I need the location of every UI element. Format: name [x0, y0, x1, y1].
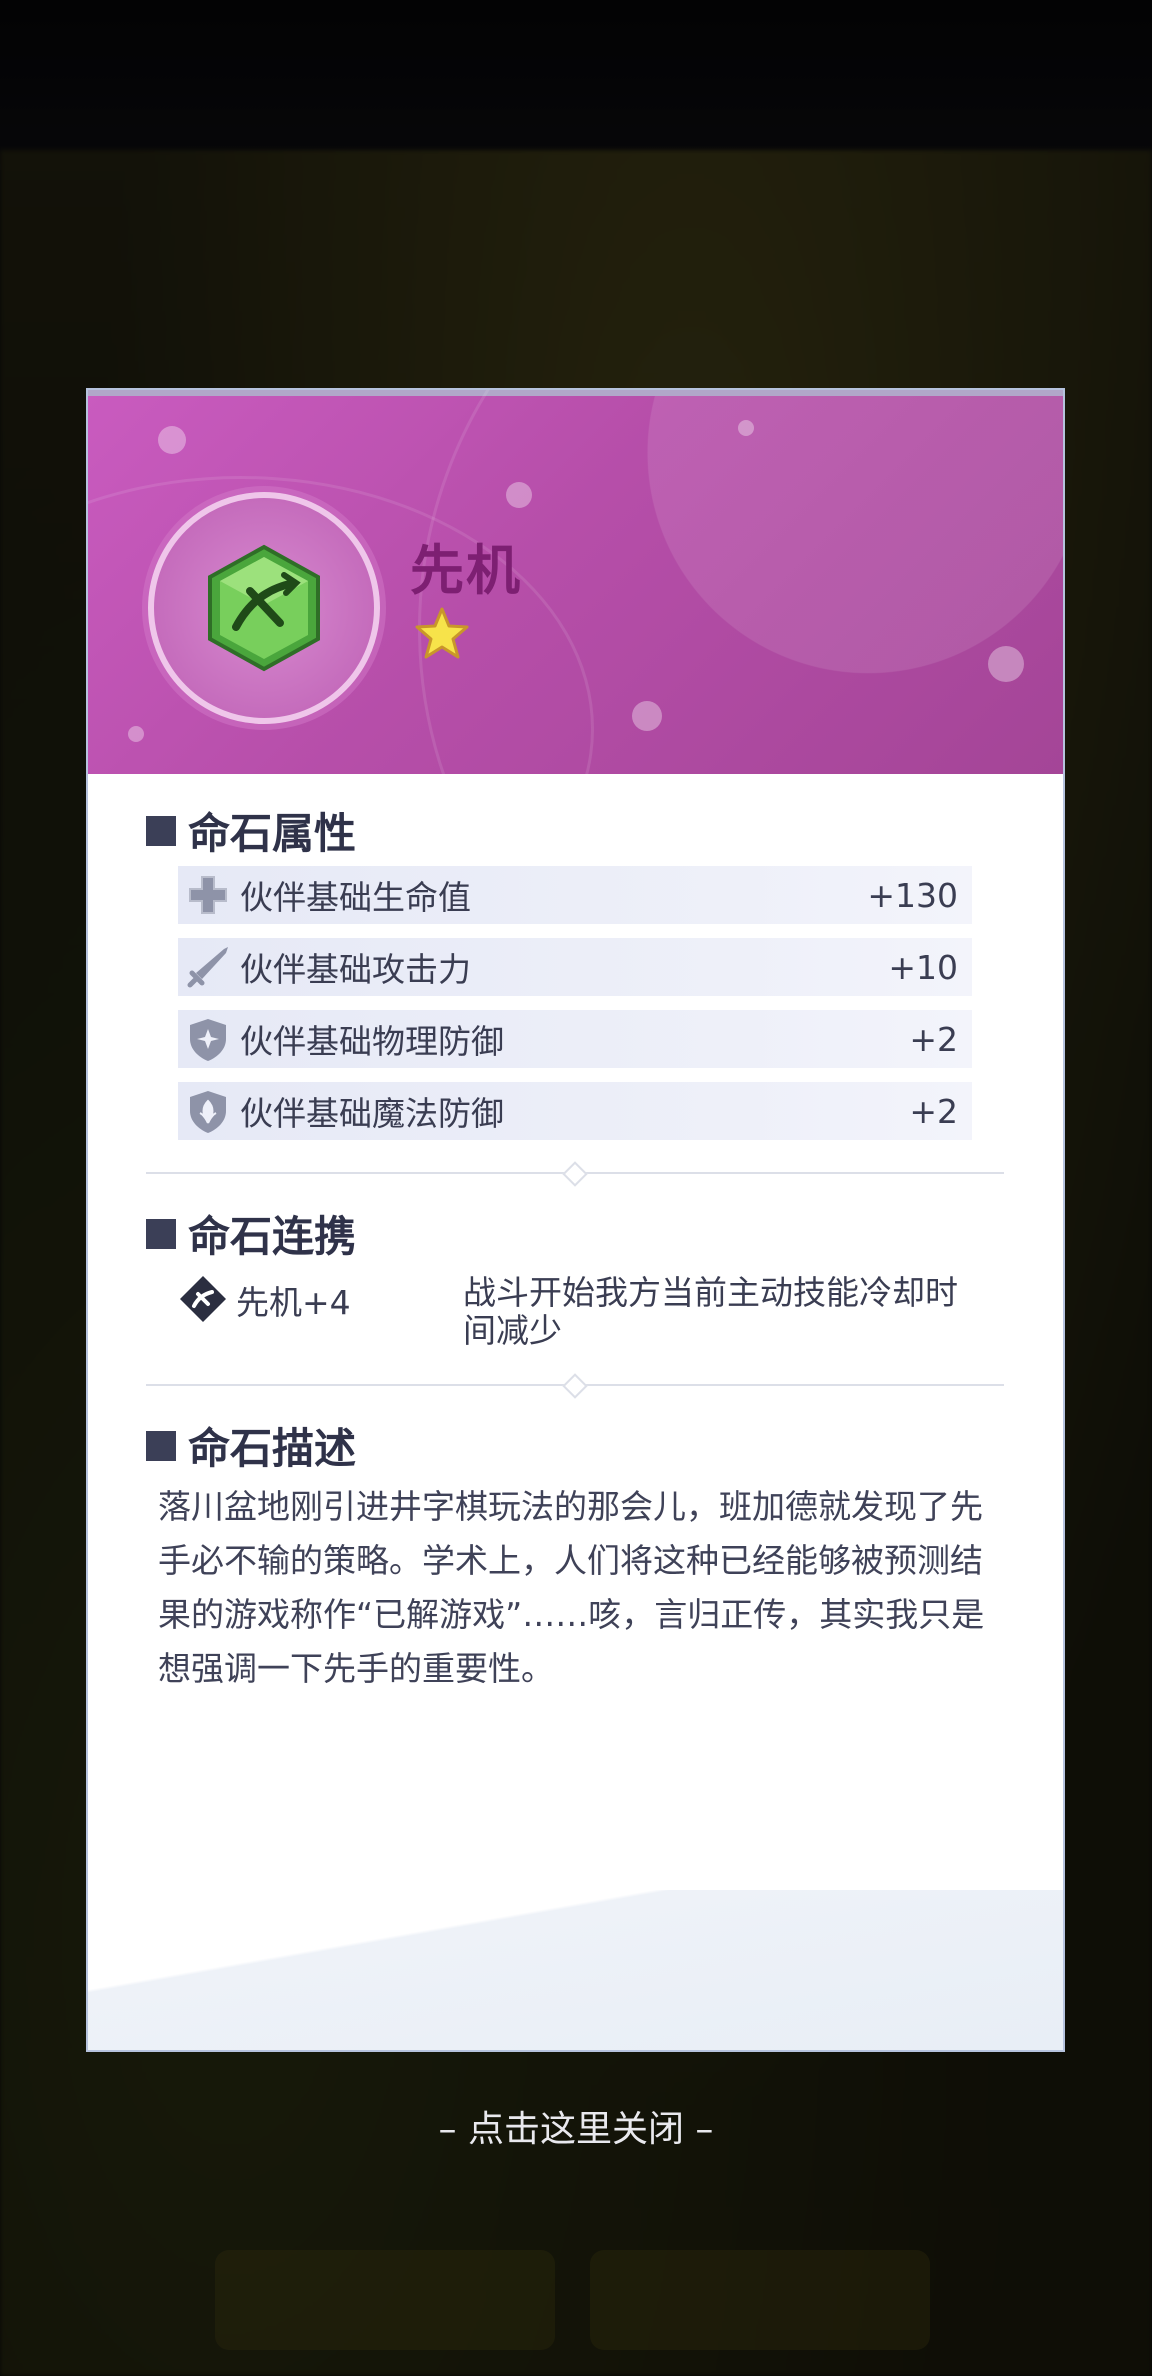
close-hint-button[interactable]: – 点击这里关闭 – [0, 2100, 1152, 2152]
star-icon [415, 607, 469, 659]
attribute-row: 伙伴基础生命值 +130 [178, 866, 972, 924]
attribute-row: 伙伴基础魔法防御 +2 [178, 1082, 972, 1140]
attribute-row: 伙伴基础物理防御 +2 [178, 1010, 972, 1068]
description-section-header: 命石描述 [146, 1415, 356, 1476]
header-bubble [506, 482, 532, 508]
link-section-header: 命石连携 [146, 1203, 356, 1264]
header-bubble [632, 701, 662, 731]
section-divider [146, 1161, 1004, 1187]
shield-leaf-icon [190, 1091, 226, 1133]
header-bubble [738, 420, 754, 436]
attributes-section-title: 命石属性 [188, 809, 357, 858]
header-bubble [988, 646, 1024, 682]
stone-description: 落川盆地刚引进井字棋玩法的那会儿，班加德就发现了先手必不输的策略。学术上，人们将… [158, 1487, 985, 1688]
attribute-name: 伙伴基础魔法防御 [240, 1094, 504, 1133]
stone-detail-card: 先机 命石属性 伙伴基础生命值 +130 伙伴基础攻击力 +10 伙伴基础物理防… [86, 388, 1065, 2052]
attribute-name: 伙伴基础生命值 [240, 878, 471, 917]
attributes-section-header: 命石属性 [146, 800, 356, 861]
link-name: 先机+4 [236, 1283, 351, 1322]
gem-frame [148, 492, 380, 724]
attribute-name: 伙伴基础物理防御 [240, 1022, 504, 1061]
card-footer-decoration [88, 1890, 1063, 2050]
attribute-value: +2 [909, 1019, 958, 1059]
attribute-value: +10 [888, 947, 958, 987]
link-description: 战斗开始我方当前主动技能冷却时间减少 [463, 1273, 958, 1350]
stone-title: 先机 [410, 538, 522, 602]
shield-star-icon [190, 1019, 226, 1061]
green-hexagon-gem-icon [208, 544, 320, 672]
section-marker [146, 815, 176, 846]
health-cross-icon [189, 876, 227, 914]
sword-icon [187, 947, 228, 988]
link-section-title: 命石连携 [188, 1212, 357, 1261]
description-section-title: 命石描述 [188, 1424, 357, 1473]
header-bubble [158, 426, 186, 454]
section-marker [146, 1218, 176, 1249]
attribute-row: 伙伴基础攻击力 +10 [178, 938, 972, 996]
attribute-value: +2 [909, 1091, 958, 1131]
section-marker [146, 1430, 176, 1461]
card-header: 先机 [88, 390, 1063, 1082]
attribute-value: +130 [867, 875, 958, 915]
attribute-name: 伙伴基础攻击力 [240, 950, 471, 989]
header-bubble [128, 726, 144, 742]
section-divider [146, 1373, 1004, 1399]
link-effect-icon [180, 1276, 226, 1322]
